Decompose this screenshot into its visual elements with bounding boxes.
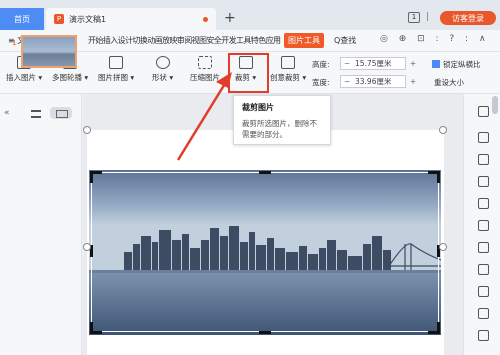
height-value: 15.75厘米 — [355, 59, 392, 68]
shape-label: 形状 ▾ — [152, 73, 174, 82]
reset-size-button[interactable]: 重设大小 — [434, 77, 464, 88]
crop-tooltip: 裁剪图片 裁剪所选图片，删除不需要的部分。 — [233, 95, 331, 145]
shape-button[interactable]: 形状 ▾ — [152, 56, 173, 83]
animation-icon[interactable] — [478, 176, 489, 187]
width-label: 宽度: — [312, 78, 330, 87]
skyline-image — [89, 170, 441, 335]
slide-number: 1 — [12, 39, 17, 47]
height-decrement[interactable]: − — [344, 58, 350, 69]
picture-collage-label: 图片拼图 ▾ — [98, 73, 135, 82]
height-input[interactable]: − 15.75厘米 + — [340, 57, 416, 70]
crop-handle-bottom[interactable] — [259, 331, 271, 334]
height-increment[interactable]: + — [407, 58, 419, 69]
adjust-icon[interactable] — [478, 286, 489, 297]
width-input[interactable]: − 33.96厘米 + — [340, 75, 416, 88]
crop-handle-br-v[interactable] — [437, 322, 440, 334]
city-skyline-picture[interactable] — [89, 170, 441, 335]
scrollbar[interactable] — [492, 96, 498, 114]
creative-crop-button[interactable]: 创意裁剪 ▾ — [270, 56, 306, 83]
tooltip-body: 裁剪所选图片，删除不需要的部分。 — [242, 119, 317, 139]
title-bar: 首页 P 演示文稿1 + 1 | 访客登录 — [0, 0, 500, 30]
crop-handle-top[interactable] — [259, 171, 271, 174]
slide-thumbnail[interactable] — [21, 35, 77, 68]
tab-picture-tools[interactable]: 图片工具 — [284, 33, 324, 48]
compress-icon — [198, 56, 212, 69]
picture-collage-button[interactable]: 图片拼图 ▾ — [98, 56, 134, 83]
crop-handle-tl-v[interactable] — [90, 171, 93, 183]
compress-label: 压缩图片 — [190, 73, 220, 82]
creative-crop-label: 创意裁剪 ▾ — [270, 73, 307, 82]
picture-icon[interactable] — [478, 330, 489, 341]
select-icon[interactable] — [478, 106, 489, 117]
search-button[interactable]: Q查找 — [334, 35, 356, 46]
shape-format-icon[interactable] — [478, 154, 489, 165]
lock-ratio-checkbox[interactable] — [432, 60, 440, 68]
slides-panel: « — [0, 94, 82, 355]
outline-view-icon[interactable] — [31, 110, 41, 118]
lock-ratio-label: 锁定纵横比 — [443, 60, 481, 69]
resize-handle-tl[interactable] — [83, 126, 91, 134]
multi-outline-label: 多图轮播 ▾ — [52, 73, 89, 82]
chart-icon[interactable] — [478, 264, 489, 275]
window-count-badge[interactable]: 1 — [408, 12, 420, 23]
shape-icon — [155, 56, 170, 69]
insert-icon[interactable] — [478, 308, 489, 319]
crop-handle-bl-v[interactable] — [90, 322, 93, 334]
new-tab-button[interactable]: + — [224, 10, 236, 26]
document-title: 演示文稿1 — [69, 14, 107, 24]
resize-handle-right[interactable] — [439, 243, 447, 251]
collapse-panel-button[interactable]: « — [4, 108, 10, 118]
insert-picture-label: 插入图片 ▾ — [6, 73, 43, 82]
guest-login-button[interactable]: 访客登录 — [440, 11, 496, 25]
height-label: 高度: — [312, 60, 330, 69]
crop-highlight-box — [228, 53, 269, 93]
layout-icon[interactable] — [478, 220, 489, 231]
resize-handle-left[interactable] — [83, 243, 91, 251]
style-icon[interactable] — [478, 132, 489, 143]
presentation-icon: P — [54, 14, 64, 24]
tab-document[interactable]: P 演示文稿1 — [46, 8, 216, 30]
tab-home[interactable]: 首页 — [0, 8, 44, 30]
right-toolbar — [463, 94, 500, 355]
resize-handle-tr[interactable] — [439, 126, 447, 134]
crop-handle-tr-v[interactable] — [437, 171, 440, 183]
creative-crop-icon — [281, 56, 296, 69]
tooltip-title: 裁剪图片 — [242, 103, 274, 112]
width-decrement[interactable]: − — [344, 76, 350, 87]
menu-utility-icons[interactable]: ◎ ⊕ ⊡ : ? : ∧ — [380, 34, 490, 44]
slide-view-icon[interactable] — [50, 107, 72, 119]
width-increment[interactable]: + — [407, 76, 419, 87]
table-icon[interactable] — [478, 198, 489, 209]
menu-tabs[interactable]: 开始插入设计切换动画放映审阅视图安全开发工具特色应用 — [88, 35, 281, 46]
text-icon[interactable] — [478, 242, 489, 253]
collage-icon — [109, 56, 124, 69]
titlebar-separator: | — [426, 12, 430, 22]
width-value: 33.96厘米 — [355, 77, 392, 86]
unsaved-dot — [203, 17, 208, 22]
compress-picture-button[interactable]: 压缩图片 — [190, 56, 220, 83]
